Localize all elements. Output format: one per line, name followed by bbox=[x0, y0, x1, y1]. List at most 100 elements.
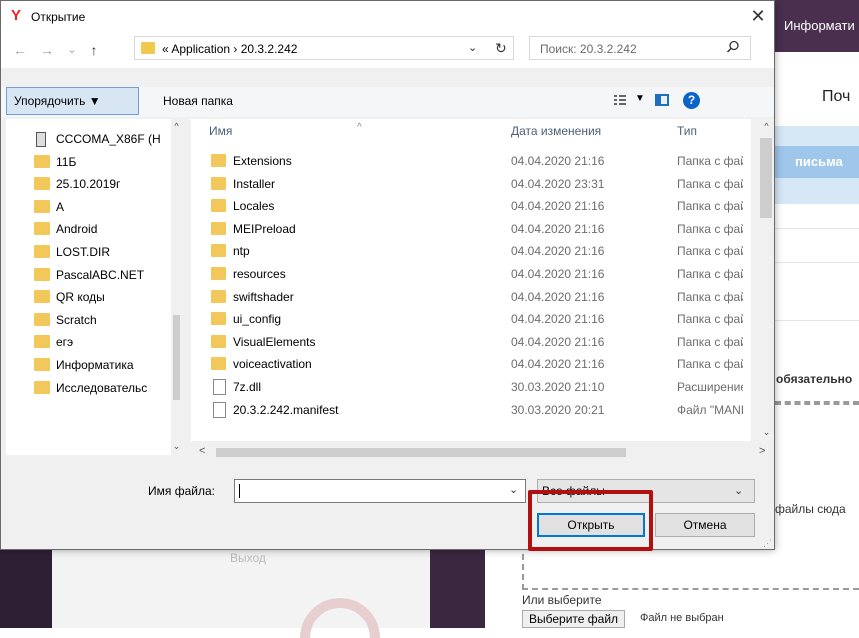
bg-dark-panel bbox=[430, 548, 485, 628]
file-name: voiceactivation bbox=[233, 357, 312, 372]
chevron-down-icon[interactable]: ⌄ bbox=[468, 41, 477, 54]
tree-item[interactable]: 11Б bbox=[6, 150, 171, 172]
tree-item-label: LOST.DIR bbox=[56, 245, 111, 259]
tree-scroll-thumb[interactable] bbox=[173, 315, 180, 400]
bg-letters-button[interactable]: письма bbox=[775, 146, 859, 178]
help-icon[interactable]: ? bbox=[683, 92, 700, 109]
tree-item[interactable]: егэ bbox=[6, 330, 171, 352]
file-row[interactable]: Extensions 04.04.2020 21:16 Папка с фай bbox=[191, 151, 751, 173]
file-date: 04.04.2020 21:16 bbox=[511, 334, 605, 349]
filename-input[interactable]: ⌄ bbox=[234, 479, 526, 503]
resize-grip-icon[interactable]: ⋰ bbox=[763, 538, 772, 549]
preview-pane-icon[interactable] bbox=[655, 94, 669, 106]
file-row[interactable]: resources 04.04.2020 21:16 Папка с фай bbox=[191, 264, 751, 286]
address-path[interactable]: « Application › 20.3.2.242 bbox=[162, 42, 297, 56]
scroll-down-icon[interactable]: ⌄ bbox=[171, 441, 182, 452]
file-row[interactable]: voiceactivation 04.04.2020 21:16 Папка с ф… bbox=[191, 354, 751, 376]
address-bar[interactable]: « Application › 20.3.2.242 ⌄ ↻ bbox=[134, 36, 514, 60]
file-date: 04.04.2020 21:16 bbox=[511, 199, 605, 214]
column-name-label[interactable]: Имя bbox=[209, 124, 232, 138]
bg-exit-link[interactable]: Выход bbox=[230, 551, 266, 565]
tree-item[interactable]: Информатика bbox=[6, 353, 171, 375]
sort-ascending-icon: ^ bbox=[357, 122, 362, 133]
path-breadcrumb[interactable]: Application › 20.3.2.242 bbox=[171, 42, 297, 56]
file-type: Папка с фай bbox=[677, 244, 743, 259]
tree-item[interactable]: QR коды bbox=[6, 285, 171, 307]
file-row[interactable]: Locales 04.04.2020 21:16 Папка с фай bbox=[191, 196, 751, 218]
bg-required-label: обязательно bbox=[776, 372, 853, 386]
file-name: swiftshader bbox=[233, 289, 294, 304]
forward-arrow-icon[interactable]: → bbox=[38, 41, 56, 59]
path-overflow[interactable]: « bbox=[162, 42, 169, 56]
back-arrow-icon[interactable]: ← bbox=[11, 41, 29, 59]
refresh-icon[interactable]: ↻ bbox=[495, 40, 507, 57]
scroll-up-icon[interactable]: ^ bbox=[171, 121, 182, 131]
tree-item-label: 11Б bbox=[56, 154, 77, 169]
scroll-left-icon[interactable]: < bbox=[199, 445, 205, 457]
up-arrow-icon[interactable]: ↑ bbox=[85, 41, 103, 59]
file-row[interactable]: ui_config 04.04.2020 21:16 Папка с фай bbox=[191, 309, 751, 331]
folder-icon bbox=[141, 42, 155, 54]
file-date: 04.04.2020 21:16 bbox=[511, 289, 605, 304]
tree-item-label: A bbox=[56, 199, 65, 214]
search-placeholder: Поиск: 20.3.2.242 bbox=[540, 42, 637, 56]
column-header-type[interactable]: Тип bbox=[677, 124, 697, 138]
search-icon[interactable] bbox=[726, 40, 744, 58]
file-row[interactable]: swiftshader 04.04.2020 21:16 Папка с фай bbox=[191, 287, 751, 309]
recent-locations-icon[interactable]: ⌄ bbox=[63, 41, 81, 59]
cancel-button[interactable]: Отмена bbox=[655, 513, 755, 537]
bg-divider bbox=[775, 262, 859, 263]
tree-item[interactable]: PascalABC.NET bbox=[6, 263, 171, 285]
tree-item[interactable]: CCCOMA_X86F (H bbox=[6, 127, 171, 149]
file-row[interactable]: 7z.dll 30.03.2020 21:10 Расширение bbox=[191, 377, 751, 399]
file-list-scroll-thumb[interactable] bbox=[760, 138, 772, 218]
tree-item[interactable]: Исследовательс bbox=[6, 376, 171, 398]
search-input[interactable]: Поиск: 20.3.2.242 bbox=[529, 36, 751, 60]
folder-icon bbox=[34, 312, 50, 326]
organize-button[interactable]: Упорядочить ▼ bbox=[6, 87, 139, 115]
column-header-date[interactable]: Дата изменения bbox=[511, 124, 601, 138]
file-row[interactable]: MEIPreload 04.04.2020 21:16 Папка с фай bbox=[191, 219, 751, 241]
bg-choose-file-button[interactable]: Выберите файл bbox=[522, 610, 626, 628]
folder-icon bbox=[211, 244, 226, 258]
drive-icon bbox=[36, 132, 46, 147]
open-file-dialog: Y Открытие ✕ ← → ⌄ ↑ « Application › 20.… bbox=[0, 0, 775, 551]
new-folder-button[interactable]: Новая папка bbox=[163, 94, 233, 108]
bg-divider bbox=[775, 320, 859, 321]
tree-item[interactable]: 25.10.2019г bbox=[6, 172, 171, 194]
tree-item-label: Исследовательс bbox=[56, 380, 148, 395]
column-header-name[interactable]: Имя ^ bbox=[209, 122, 362, 138]
bg-sidebar bbox=[0, 548, 52, 628]
text-caret bbox=[239, 484, 240, 498]
tree-item-label: QR коды bbox=[56, 290, 105, 305]
scroll-up-icon[interactable]: ^ bbox=[761, 121, 772, 131]
scroll-right-icon[interactable]: > bbox=[759, 445, 765, 457]
folder-icon bbox=[211, 267, 226, 280]
bg-nav-tab[interactable]: Информати bbox=[775, 0, 859, 52]
close-button[interactable]: ✕ bbox=[743, 3, 773, 29]
bg-divider bbox=[775, 228, 859, 229]
chevron-down-icon[interactable]: ⌄ bbox=[734, 480, 743, 502]
chevron-down-icon[interactable]: ⌄ bbox=[509, 483, 518, 496]
folder-tree: CCCOMA_X86F (H 11Б 25.10.2019г A Android LOST… bbox=[6, 119, 182, 455]
tree-item[interactable]: LOST.DIR bbox=[6, 240, 171, 262]
tree-item[interactable]: Android bbox=[6, 217, 171, 239]
red-highlight-annotation bbox=[528, 490, 653, 551]
tree-item[interactable]: A bbox=[6, 195, 171, 217]
file-row[interactable]: Installer 04.04.2020 23:31 Папка с фай bbox=[191, 174, 751, 196]
file-row[interactable]: VisualElements 04.04.2020 21:16 Папка с фа… bbox=[191, 332, 751, 354]
file-type: Папка с фай bbox=[677, 221, 743, 236]
view-dropdown-icon[interactable]: ▼ bbox=[635, 93, 645, 104]
tree-item-label: Android bbox=[56, 222, 98, 237]
file-name: VisualElements bbox=[233, 334, 316, 349]
file-row[interactable]: 20.3.2.242.manifest 30.03.2020 20:21 Файл … bbox=[191, 400, 751, 422]
tree-scrollbar[interactable]: ^ ⌄ bbox=[171, 119, 182, 455]
folder-icon bbox=[34, 335, 50, 349]
tree-item[interactable]: Scratch bbox=[6, 308, 171, 330]
file-name: ui_config bbox=[233, 312, 282, 327]
file-row[interactable]: ntp 04.04.2020 21:16 Папка с фай bbox=[191, 241, 751, 263]
horizontal-scroll-thumb[interactable] bbox=[216, 448, 626, 457]
scroll-down-icon[interactable]: ⌄ bbox=[761, 427, 772, 438]
folder-icon bbox=[34, 245, 50, 258]
view-options-icon[interactable] bbox=[613, 93, 627, 107]
